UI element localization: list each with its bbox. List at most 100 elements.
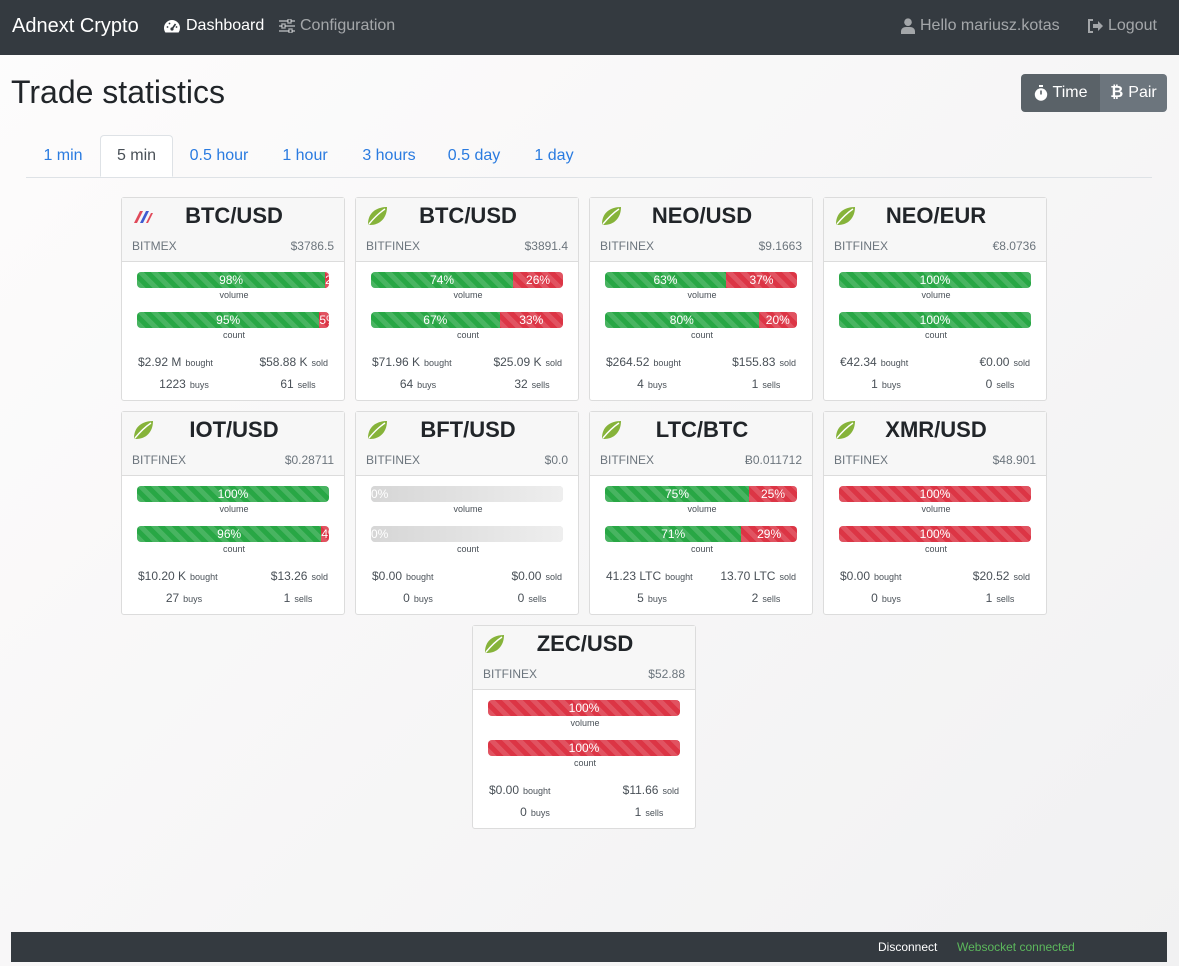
sells-value: 0 (985, 377, 993, 391)
nav-user[interactable]: Hello mariusz.kotas (901, 17, 1060, 35)
buys-stat: 0 buys (473, 805, 585, 819)
volume-empty-segment: 0% (371, 486, 563, 502)
nav-dashboard[interactable]: Dashboard (163, 17, 264, 35)
sold-stat: $20.52 sold (973, 569, 1030, 583)
volume-sell-segment: 100% (488, 700, 680, 716)
buys-caption: buys (413, 594, 433, 604)
bought-caption: bought (874, 572, 902, 582)
pair-name: LTC/BTC (655, 417, 749, 442)
brand-title[interactable]: Adnext Crypto (12, 15, 139, 38)
bought-caption: bought (185, 358, 213, 368)
pair-name: NEO/EUR (885, 203, 987, 228)
bought-caption: bought (424, 358, 452, 368)
volume-label: volume (219, 504, 249, 514)
sold-caption: sold (311, 358, 328, 368)
sold-value: $155.83 (732, 355, 776, 369)
volume-label: volume (921, 290, 951, 300)
buys-caption: buys (647, 380, 667, 390)
volume-progress-bar: 100% (488, 700, 680, 716)
sells-stat: 1 sells (702, 377, 814, 391)
nav-configuration[interactable]: Configuration (279, 17, 395, 35)
disconnect-link[interactable]: Disconnect (878, 940, 937, 954)
sells-value: 1 (283, 591, 291, 605)
buys-value: 1 (871, 377, 878, 391)
volume-progress-bar: 63% 37% (605, 272, 797, 288)
volume-buy-segment: 98% (137, 272, 326, 288)
bought-stat: $71.96 Kbought (372, 355, 452, 369)
pair-card: BTC/USD BITFINEX $3891.4 74% 26% volume 6… (355, 197, 579, 401)
pair-name: BTC/USD (185, 203, 283, 228)
count-progress-bar: 100% (839, 312, 1031, 328)
card-header: NEO/USD BITFINEX $9.1663 (590, 198, 812, 262)
bought-stat: $10.20 Kbought (138, 569, 218, 583)
count-buy-segment: 71% (605, 526, 742, 542)
sells-caption: sells (996, 380, 1015, 390)
volume-sell-segment: 37% (725, 272, 797, 288)
pair-name: ZEC/USD (536, 631, 634, 656)
bought-value: $264.52 (606, 355, 650, 369)
count-progress-bar: 100% (839, 526, 1031, 542)
volume-buy-segment: 75% (605, 486, 749, 502)
count-progress-bar: 96%4% (137, 526, 329, 542)
volume-progress-bar: 100% (839, 486, 1031, 502)
exchange-name: BITFINEX (834, 453, 889, 467)
card-header: XMR/USD BITFINEX $48.901 (824, 412, 1046, 476)
bought-value: $0.00 (489, 783, 520, 797)
exchange-name: BITFINEX (834, 239, 889, 253)
buys-caption: buys (183, 594, 203, 604)
footer-bar: Disconnect Websocket connected (11, 932, 1167, 962)
card-header: LTC/BTC BITFINEX Ƀ0.011712 (590, 412, 812, 476)
volume-sell-segment: 100% (839, 486, 1031, 502)
tab-1-day[interactable]: 1 day (515, 135, 593, 177)
bought-caption: bought (406, 572, 434, 582)
count-label: count (690, 330, 714, 340)
sells-stat: 1 sells (234, 591, 346, 605)
tab-1-min[interactable]: 1 min (26, 135, 100, 177)
sells-stat: 32 sells (468, 377, 580, 391)
bought-caption: bought (880, 358, 909, 368)
count-buy-segment: 95% (137, 312, 320, 328)
tab-half-day[interactable]: 0.5 day (433, 135, 515, 177)
count-progress-bar: 71% 29% (605, 526, 797, 542)
pair-name: NEO/USD (651, 203, 753, 228)
tab-5-min[interactable]: 5 min (100, 135, 173, 177)
count-sell-segment: 33% (499, 312, 563, 328)
view-time-button[interactable]: Time (1021, 74, 1100, 112)
sold-caption: sold (1013, 572, 1030, 582)
sold-caption: sold (1013, 358, 1030, 368)
tab-half-hour[interactable]: 0.5 hour (173, 135, 265, 177)
volume-label: volume (453, 290, 483, 300)
buys-stat: 1 buys (824, 377, 936, 391)
bought-value: $0.00 (840, 569, 871, 583)
volume-buy-segment: 100% (839, 272, 1031, 288)
volume-progress-bar: 100% (137, 486, 329, 502)
sells-stat: 1 sells (936, 591, 1048, 605)
user-icon (901, 18, 915, 34)
nav-dashboard-label: Dashboard (186, 17, 265, 34)
interval-tabs: 1 min 5 min 0.5 hour 1 hour 3 hours 0.5 … (26, 135, 1152, 178)
count-buy-segment: 96% (137, 526, 322, 542)
pair-name: BFT/USD (420, 417, 516, 442)
buys-value: 0 (403, 591, 410, 605)
count-buy-segment: 100% (839, 312, 1031, 328)
sells-value: 1 (985, 591, 993, 605)
last-price: $3891.4 (524, 239, 568, 253)
view-pair-button[interactable]: ₿ Pair (1100, 74, 1167, 112)
volume-buy-segment: 100% (137, 486, 329, 502)
bought-caption: bought (190, 572, 218, 582)
top-navbar: Adnext Crypto Dashboard Configuration He… (0, 0, 1179, 55)
tab-3-hours[interactable]: 3 hours (345, 135, 433, 177)
count-label: count (222, 330, 246, 340)
tab-1-hour[interactable]: 1 hour (265, 135, 345, 177)
buys-value: 27 (165, 591, 180, 605)
bought-caption: bought (653, 358, 681, 368)
sold-value: $13.26 (270, 569, 308, 583)
card-header: IOT/USD BITFINEX $0.28711 (122, 412, 344, 476)
buys-stat: 27 buys (122, 591, 234, 605)
sells-caption: sells (762, 594, 781, 604)
bought-caption: bought (523, 786, 551, 796)
nav-logout[interactable]: Logout (1087, 17, 1157, 35)
volume-label: volume (687, 290, 717, 300)
count-sell-segment: 5% (319, 312, 329, 328)
volume-progress-bar: 100% (839, 272, 1031, 288)
